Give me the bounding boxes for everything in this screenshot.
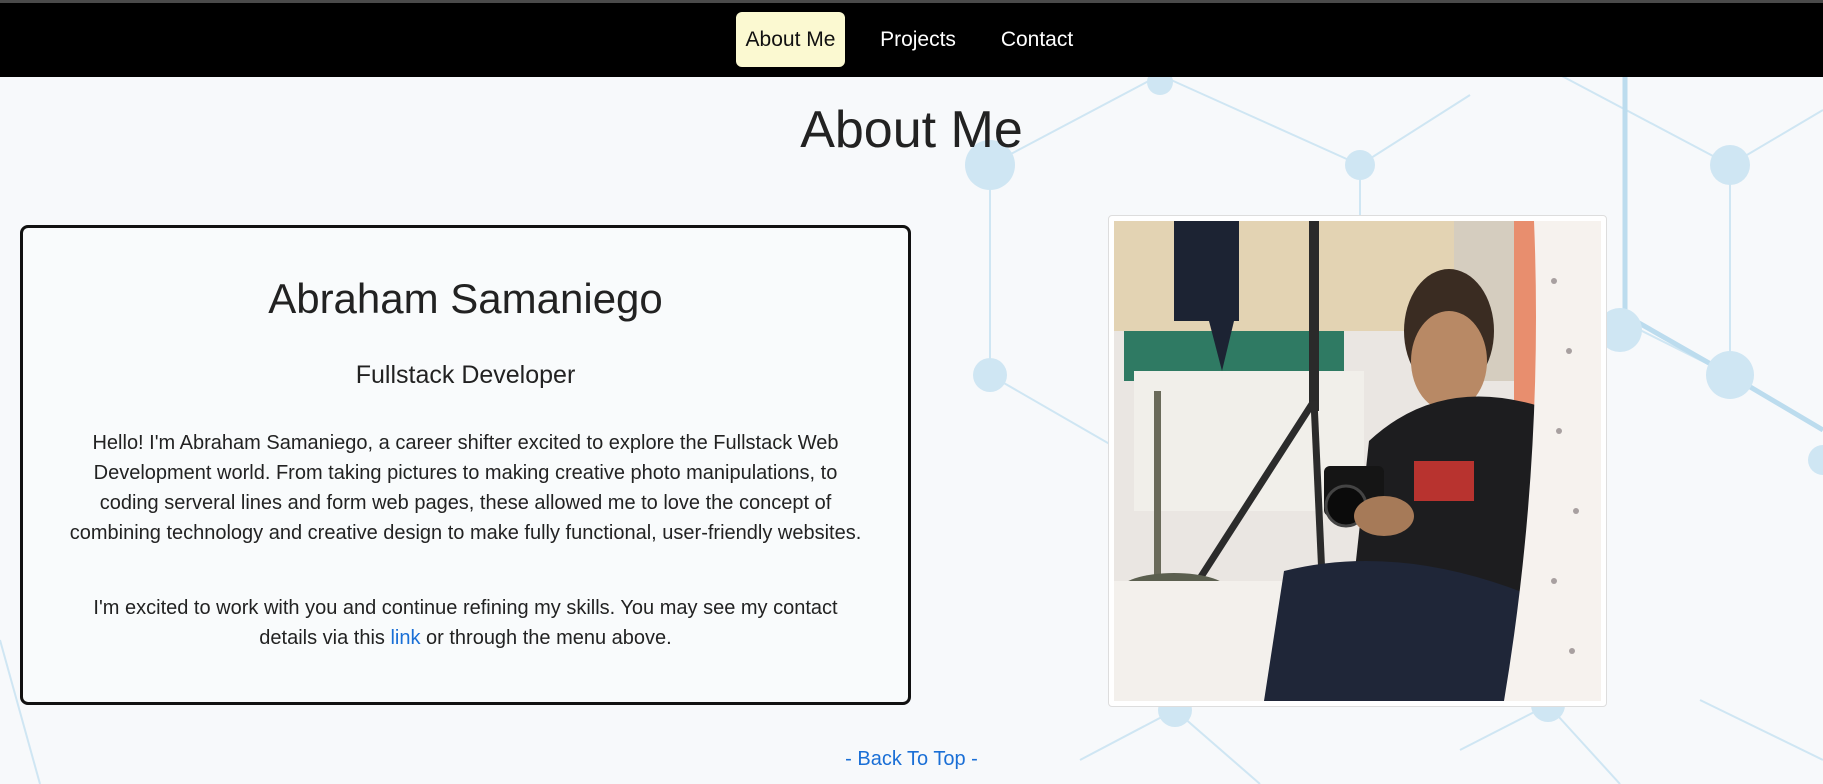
profile-photo bbox=[1114, 221, 1601, 701]
about-paragraph-contact: I'm excited to work with you and continu… bbox=[63, 593, 868, 653]
profile-role: Fullstack Developer bbox=[355, 361, 576, 389]
window-top-border bbox=[0, 0, 1823, 3]
profile-name: Abraham Samaniego bbox=[268, 275, 663, 322]
back-to-top-link[interactable]: - Back To Top - bbox=[0, 748, 1823, 771]
contact-link[interactable]: link bbox=[390, 627, 420, 649]
nav-contact[interactable]: Contact bbox=[995, 12, 1079, 67]
top-navbar: About Me Projects Contact bbox=[0, 0, 1823, 77]
nav-projects[interactable]: Projects bbox=[872, 12, 964, 67]
about-paragraph-intro: Hello! I'm Abraham Samaniego, a career s… bbox=[69, 432, 862, 544]
nav-about-me[interactable]: About Me bbox=[736, 12, 845, 67]
page-title: About Me bbox=[800, 101, 1023, 159]
about-card: Abraham Samaniego Fullstack Developer He… bbox=[20, 225, 911, 705]
contact-text-after: or through the menu above. bbox=[420, 627, 672, 649]
profile-photo-frame bbox=[1108, 215, 1607, 707]
